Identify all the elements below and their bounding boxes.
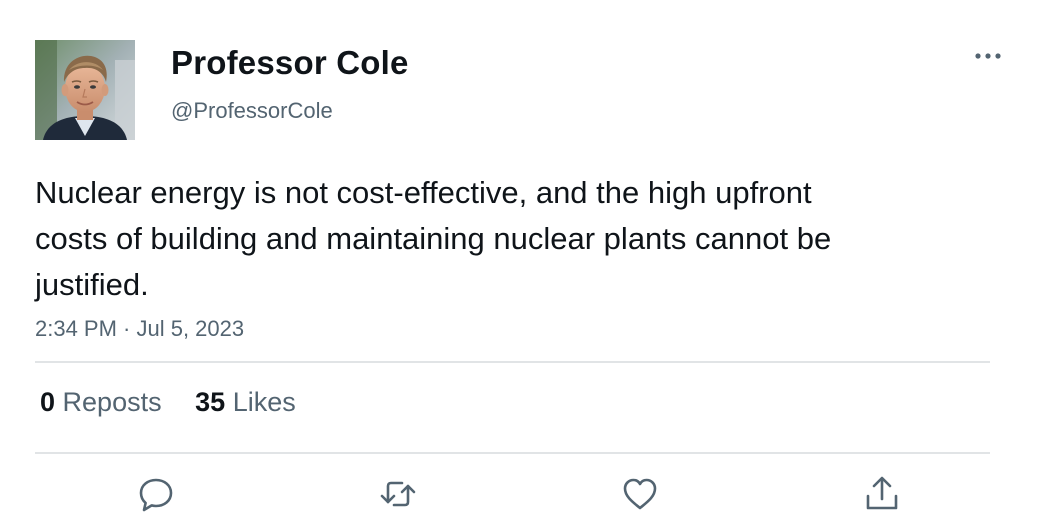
reply-icon: [139, 478, 173, 512]
divider: [35, 361, 990, 363]
author-display-name[interactable]: Professor Cole: [171, 44, 409, 82]
more-icon[interactable]: [972, 44, 1004, 68]
share-icon: [866, 476, 898, 510]
like-button[interactable]: [620, 474, 660, 514]
likes-label: Likes: [232, 387, 296, 417]
likes-stat[interactable]: 35 Likes: [195, 387, 296, 418]
reposts-count: 0: [40, 387, 56, 417]
author-handle[interactable]: @ProfessorCole: [171, 98, 333, 124]
reposts-label: Reposts: [62, 387, 162, 417]
heart-icon: [623, 478, 657, 510]
share-button[interactable]: [862, 474, 902, 514]
tweet-timestamp[interactable]: 2:34 PM · Jul 5, 2023: [35, 316, 244, 342]
avatar[interactable]: [35, 40, 135, 140]
tweet-card: Professor Cole @ProfessorCole Nuclear en…: [0, 0, 1050, 525]
repost-icon: [380, 481, 416, 507]
reply-button[interactable]: [136, 474, 176, 514]
likes-count: 35: [195, 387, 226, 417]
tweet-text: Nuclear energy is not cost-effective, an…: [35, 175, 832, 302]
profile-photo-icon: [35, 40, 135, 140]
divider: [35, 452, 990, 454]
tweet-stats: 0 Reposts 35 Likes: [40, 387, 322, 418]
repost-button[interactable]: [378, 474, 418, 514]
reposts-stat[interactable]: 0 Reposts: [40, 387, 162, 418]
